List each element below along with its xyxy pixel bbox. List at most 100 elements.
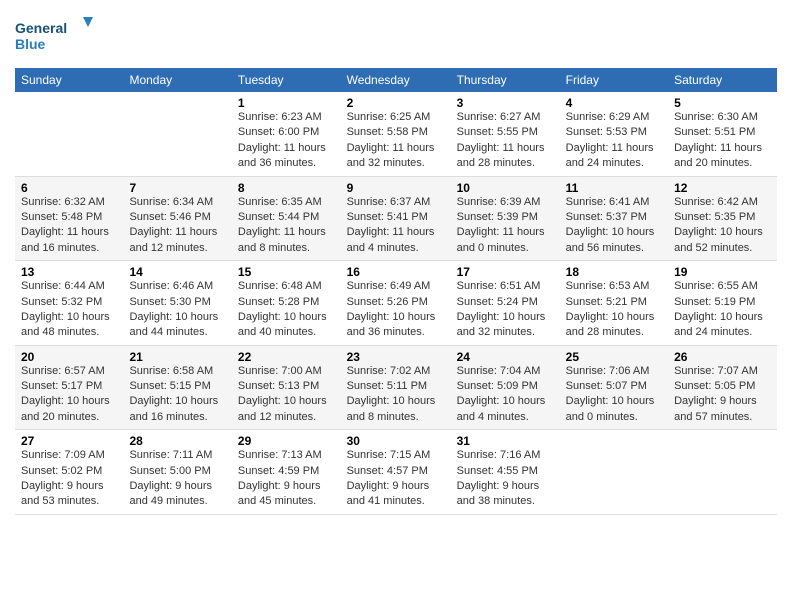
calendar-cell: 17Sunrise: 6:51 AMSunset: 5:24 PMDayligh…	[451, 261, 560, 346]
header: General Blue	[15, 10, 777, 60]
day-content: Sunrise: 6:35 AMSunset: 5:44 PMDaylight:…	[238, 195, 335, 257]
calendar-week-row: 6Sunrise: 6:32 AMSunset: 5:48 PMDaylight…	[15, 176, 777, 261]
calendar-cell	[123, 92, 231, 176]
day-number: 19	[674, 265, 771, 279]
calendar-cell: 1Sunrise: 6:23 AMSunset: 6:00 PMDaylight…	[232, 92, 341, 176]
day-content: Sunrise: 6:30 AMSunset: 5:51 PMDaylight:…	[674, 110, 771, 172]
day-content: Sunrise: 6:55 AMSunset: 5:19 PMDaylight:…	[674, 279, 771, 341]
calendar-week-row: 20Sunrise: 6:57 AMSunset: 5:17 PMDayligh…	[15, 345, 777, 430]
calendar-cell: 19Sunrise: 6:55 AMSunset: 5:19 PMDayligh…	[668, 261, 777, 346]
day-content: Sunrise: 6:58 AMSunset: 5:15 PMDaylight:…	[129, 364, 225, 426]
calendar-cell: 31Sunrise: 7:16 AMSunset: 4:55 PMDayligh…	[451, 430, 560, 515]
calendar-cell: 15Sunrise: 6:48 AMSunset: 5:28 PMDayligh…	[232, 261, 341, 346]
day-content: Sunrise: 7:13 AMSunset: 4:59 PMDaylight:…	[238, 448, 335, 510]
header-day-saturday: Saturday	[668, 68, 777, 92]
calendar-cell: 12Sunrise: 6:42 AMSunset: 5:35 PMDayligh…	[668, 176, 777, 261]
svg-text:Blue: Blue	[15, 36, 46, 52]
day-content: Sunrise: 6:57 AMSunset: 5:17 PMDaylight:…	[21, 364, 117, 426]
calendar-cell: 3Sunrise: 6:27 AMSunset: 5:55 PMDaylight…	[451, 92, 560, 176]
day-number: 7	[129, 181, 225, 195]
calendar-cell: 10Sunrise: 6:39 AMSunset: 5:39 PMDayligh…	[451, 176, 560, 261]
header-day-friday: Friday	[560, 68, 668, 92]
day-content: Sunrise: 6:42 AMSunset: 5:35 PMDaylight:…	[674, 195, 771, 257]
day-number: 10	[457, 181, 554, 195]
day-number: 21	[129, 350, 225, 364]
calendar-cell: 29Sunrise: 7:13 AMSunset: 4:59 PMDayligh…	[232, 430, 341, 515]
calendar-week-row: 27Sunrise: 7:09 AMSunset: 5:02 PMDayligh…	[15, 430, 777, 515]
day-number: 20	[21, 350, 117, 364]
day-content: Sunrise: 6:25 AMSunset: 5:58 PMDaylight:…	[347, 110, 445, 172]
day-content: Sunrise: 6:23 AMSunset: 6:00 PMDaylight:…	[238, 110, 335, 172]
calendar-cell: 5Sunrise: 6:30 AMSunset: 5:51 PMDaylight…	[668, 92, 777, 176]
day-content: Sunrise: 6:29 AMSunset: 5:53 PMDaylight:…	[566, 110, 662, 172]
day-content: Sunrise: 7:06 AMSunset: 5:07 PMDaylight:…	[566, 364, 662, 426]
day-number: 29	[238, 434, 335, 448]
calendar-table: SundayMondayTuesdayWednesdayThursdayFrid…	[15, 68, 777, 515]
header-day-wednesday: Wednesday	[341, 68, 451, 92]
day-number: 18	[566, 265, 662, 279]
calendar-cell: 9Sunrise: 6:37 AMSunset: 5:41 PMDaylight…	[341, 176, 451, 261]
day-number: 16	[347, 265, 445, 279]
calendar-cell: 18Sunrise: 6:53 AMSunset: 5:21 PMDayligh…	[560, 261, 668, 346]
day-content: Sunrise: 6:37 AMSunset: 5:41 PMDaylight:…	[347, 195, 445, 257]
day-number: 28	[129, 434, 225, 448]
day-content: Sunrise: 6:51 AMSunset: 5:24 PMDaylight:…	[457, 279, 554, 341]
day-number: 11	[566, 181, 662, 195]
day-content: Sunrise: 7:09 AMSunset: 5:02 PMDaylight:…	[21, 448, 117, 510]
calendar-cell: 24Sunrise: 7:04 AMSunset: 5:09 PMDayligh…	[451, 345, 560, 430]
calendar-cell: 23Sunrise: 7:02 AMSunset: 5:11 PMDayligh…	[341, 345, 451, 430]
day-number: 6	[21, 181, 117, 195]
calendar-cell	[15, 92, 123, 176]
day-number: 25	[566, 350, 662, 364]
day-number: 3	[457, 96, 554, 110]
day-number: 9	[347, 181, 445, 195]
calendar-week-row: 13Sunrise: 6:44 AMSunset: 5:32 PMDayligh…	[15, 261, 777, 346]
calendar-cell: 21Sunrise: 6:58 AMSunset: 5:15 PMDayligh…	[123, 345, 231, 430]
calendar-cell: 6Sunrise: 6:32 AMSunset: 5:48 PMDaylight…	[15, 176, 123, 261]
day-number: 8	[238, 181, 335, 195]
calendar-cell: 28Sunrise: 7:11 AMSunset: 5:00 PMDayligh…	[123, 430, 231, 515]
day-content: Sunrise: 6:39 AMSunset: 5:39 PMDaylight:…	[457, 195, 554, 257]
day-number: 4	[566, 96, 662, 110]
calendar-cell: 2Sunrise: 6:25 AMSunset: 5:58 PMDaylight…	[341, 92, 451, 176]
calendar-cell: 16Sunrise: 6:49 AMSunset: 5:26 PMDayligh…	[341, 261, 451, 346]
day-content: Sunrise: 6:32 AMSunset: 5:48 PMDaylight:…	[21, 195, 117, 257]
logo: General Blue	[15, 15, 95, 60]
calendar-week-row: 1Sunrise: 6:23 AMSunset: 6:00 PMDaylight…	[15, 92, 777, 176]
day-number: 1	[238, 96, 335, 110]
calendar-cell: 22Sunrise: 7:00 AMSunset: 5:13 PMDayligh…	[232, 345, 341, 430]
day-number: 17	[457, 265, 554, 279]
header-day-monday: Monday	[123, 68, 231, 92]
calendar-cell	[560, 430, 668, 515]
calendar-cell: 4Sunrise: 6:29 AMSunset: 5:53 PMDaylight…	[560, 92, 668, 176]
calendar-cell: 13Sunrise: 6:44 AMSunset: 5:32 PMDayligh…	[15, 261, 123, 346]
day-content: Sunrise: 7:00 AMSunset: 5:13 PMDaylight:…	[238, 364, 335, 426]
day-content: Sunrise: 6:34 AMSunset: 5:46 PMDaylight:…	[129, 195, 225, 257]
header-day-thursday: Thursday	[451, 68, 560, 92]
logo-svg: General Blue	[15, 15, 95, 60]
day-number: 30	[347, 434, 445, 448]
day-content: Sunrise: 6:27 AMSunset: 5:55 PMDaylight:…	[457, 110, 554, 172]
day-content: Sunrise: 6:41 AMSunset: 5:37 PMDaylight:…	[566, 195, 662, 257]
calendar-cell: 27Sunrise: 7:09 AMSunset: 5:02 PMDayligh…	[15, 430, 123, 515]
calendar-cell: 30Sunrise: 7:15 AMSunset: 4:57 PMDayligh…	[341, 430, 451, 515]
svg-text:General: General	[15, 20, 67, 36]
calendar-header-row: SundayMondayTuesdayWednesdayThursdayFrid…	[15, 68, 777, 92]
day-content: Sunrise: 6:53 AMSunset: 5:21 PMDaylight:…	[566, 279, 662, 341]
day-number: 26	[674, 350, 771, 364]
day-number: 27	[21, 434, 117, 448]
calendar-cell: 26Sunrise: 7:07 AMSunset: 5:05 PMDayligh…	[668, 345, 777, 430]
calendar-cell: 14Sunrise: 6:46 AMSunset: 5:30 PMDayligh…	[123, 261, 231, 346]
page-container: General Blue SundayMondayTuesdayWednesda…	[0, 0, 792, 525]
day-number: 13	[21, 265, 117, 279]
day-content: Sunrise: 6:48 AMSunset: 5:28 PMDaylight:…	[238, 279, 335, 341]
day-content: Sunrise: 7:04 AMSunset: 5:09 PMDaylight:…	[457, 364, 554, 426]
day-number: 31	[457, 434, 554, 448]
header-day-sunday: Sunday	[15, 68, 123, 92]
calendar-cell: 25Sunrise: 7:06 AMSunset: 5:07 PMDayligh…	[560, 345, 668, 430]
header-day-tuesday: Tuesday	[232, 68, 341, 92]
day-number: 2	[347, 96, 445, 110]
day-number: 5	[674, 96, 771, 110]
calendar-cell: 8Sunrise: 6:35 AMSunset: 5:44 PMDaylight…	[232, 176, 341, 261]
calendar-cell: 20Sunrise: 6:57 AMSunset: 5:17 PMDayligh…	[15, 345, 123, 430]
